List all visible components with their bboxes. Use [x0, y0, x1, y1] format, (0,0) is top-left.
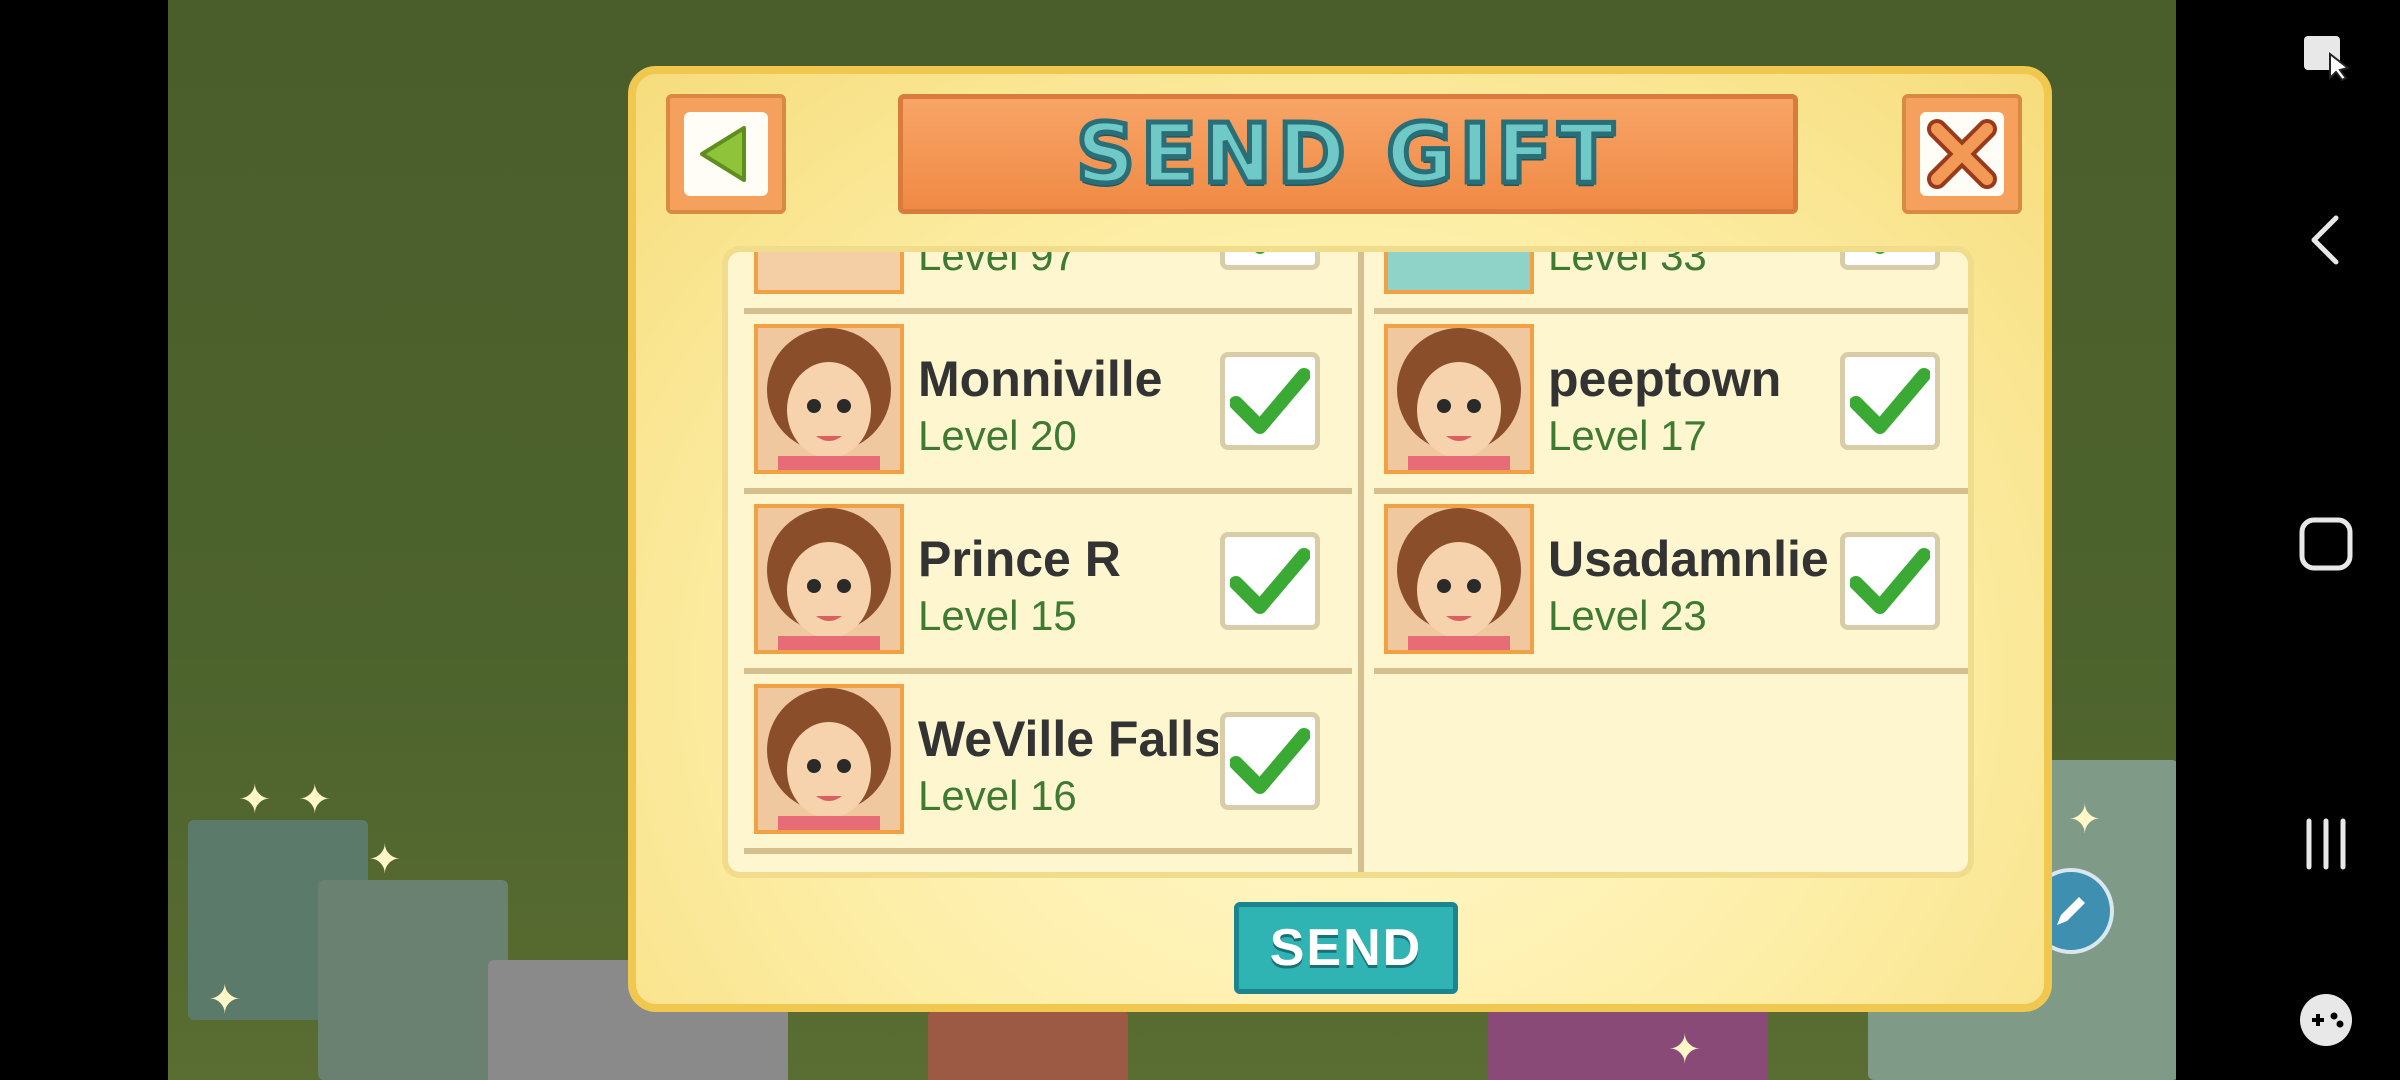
column-divider: [1358, 252, 1364, 872]
sparkle: ✦: [1668, 1028, 1702, 1072]
friend-checkbox[interactable]: [1840, 532, 1940, 630]
friend-level: Level 97: [918, 246, 1077, 279]
avatar: [754, 504, 904, 654]
recents-nav-icon[interactable]: [2296, 814, 2356, 874]
friend-checkbox[interactable]: [1840, 252, 1940, 270]
checkmark-icon: [1875, 252, 1885, 254]
avatar: [754, 252, 904, 294]
friend-checkbox[interactable]: [1220, 532, 1320, 630]
friend-level: Level 17: [1548, 412, 1707, 459]
x-icon: [1927, 119, 1997, 189]
friend-list-panel[interactable]: Level 97 Monniville Level 20 Prince R Le…: [722, 246, 1974, 878]
avatar: [754, 684, 904, 834]
friend-name: Monniville: [918, 351, 1163, 407]
friend-level: Level 23: [1548, 592, 1707, 639]
friend-row[interactable]: Level 97: [744, 246, 1352, 314]
checkmark-icon: [1230, 548, 1310, 614]
city-building: [1488, 1010, 1768, 1080]
checkmark-icon: [1230, 368, 1310, 434]
send-gift-dialog: SEND GIFT Level 97 Monniville Level 20 P…: [628, 66, 2052, 1012]
friend-name: peeptown: [1548, 351, 1782, 407]
game-view: ✦ ✦ ✦ ✦ ✦ ✦ ✦ SEND GIFT: [168, 0, 2176, 1080]
avatar: [1384, 504, 1534, 654]
friend-level: Level 33: [1548, 246, 1707, 279]
friend-checkbox[interactable]: [1220, 352, 1320, 450]
friend-row[interactable]: Usadamnlie Level 23: [1374, 494, 1968, 674]
sparkle: ✦: [298, 778, 332, 822]
friend-row[interactable]: Monniville Level 20: [744, 314, 1352, 494]
close-button[interactable]: [1902, 94, 2022, 214]
friend-row[interactable]: WeVille Falls Level 16: [744, 674, 1352, 854]
sparkle: ✦: [208, 978, 242, 1022]
avatar: [1384, 252, 1534, 294]
home-nav-icon[interactable]: [2294, 512, 2358, 576]
friend-row[interactable]: Prince R Level 15: [744, 494, 1352, 674]
checkmark-icon: [1850, 548, 1930, 614]
friend-level: Level 20: [918, 412, 1077, 459]
friend-checkbox[interactable]: [1840, 352, 1940, 450]
checkmark-icon: [1230, 728, 1310, 794]
friend-name: Prince R: [918, 531, 1121, 587]
screenshot-pointer-icon[interactable]: [2296, 26, 2356, 86]
back-nav-icon[interactable]: [2296, 210, 2356, 270]
row-separator: [744, 848, 1352, 854]
friend-row[interactable]: Level 33: [1374, 246, 1968, 314]
send-button[interactable]: SEND: [1234, 902, 1458, 994]
friend-level: Level 15: [918, 592, 1077, 639]
row-separator: [1374, 668, 1968, 674]
dialog-title-bar: SEND GIFT: [898, 94, 1798, 214]
checkmark-icon: [1850, 368, 1930, 434]
friend-row[interactable]: peeptown Level 17: [1374, 314, 1968, 494]
friend-checkbox[interactable]: [1220, 252, 1320, 270]
left-triangle-icon: [700, 126, 746, 182]
game-controller-icon[interactable]: [2292, 990, 2360, 1050]
back-button[interactable]: [666, 94, 786, 214]
dialog-title: SEND GIFT: [1073, 104, 1621, 204]
friend-checkbox[interactable]: [1220, 712, 1320, 810]
friend-level: Level 16: [918, 772, 1077, 819]
avatar: [754, 324, 904, 474]
city-building: [318, 880, 508, 1080]
checkmark-icon: [1255, 252, 1265, 254]
system-nav-bar: [2176, 0, 2400, 1080]
left-black-bar: [0, 0, 168, 1080]
sparkle: ✦: [2068, 798, 2102, 842]
sparkle: ✦: [368, 838, 402, 882]
friend-name: WeVille Falls: [918, 711, 1218, 767]
city-building: [928, 1010, 1128, 1080]
sparkle: ✦: [238, 778, 272, 822]
friend-name: Usadamnlie: [1548, 531, 1829, 587]
avatar: [1384, 324, 1534, 474]
